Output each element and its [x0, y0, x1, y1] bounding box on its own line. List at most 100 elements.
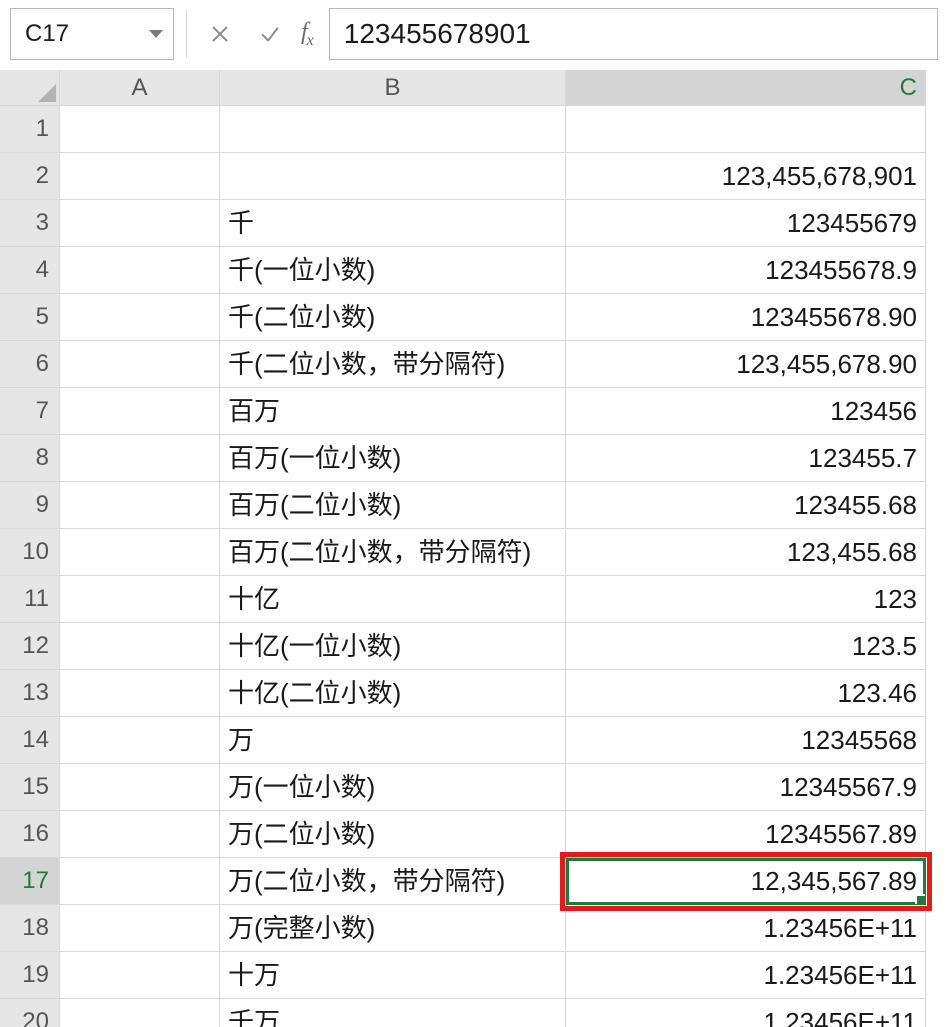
- cell-A14[interactable]: [60, 717, 220, 764]
- cell-B13[interactable]: 十亿(二位小数): [220, 670, 566, 717]
- row-header-8[interactable]: 8: [0, 435, 60, 482]
- row-header-14[interactable]: 14: [0, 717, 60, 764]
- cell-C13[interactable]: 123.46: [566, 670, 926, 717]
- cell-B19[interactable]: 十万: [220, 952, 566, 999]
- cell-A17[interactable]: [60, 858, 220, 905]
- cell-B4[interactable]: 千(一位小数): [220, 247, 566, 294]
- cell-C7[interactable]: 123456: [566, 388, 926, 435]
- cell-A8[interactable]: [60, 435, 220, 482]
- cell-C12[interactable]: 123.5: [566, 623, 926, 670]
- row-header-3[interactable]: 3: [0, 200, 60, 247]
- col-header-C[interactable]: C: [566, 70, 926, 106]
- cell-C5[interactable]: 123455678.90: [566, 294, 926, 341]
- cell-C8[interactable]: 123455.7: [566, 435, 926, 482]
- cell-B14[interactable]: 万: [220, 717, 566, 764]
- cell-C10[interactable]: 123,455.68: [566, 529, 926, 576]
- row-header-7[interactable]: 7: [0, 388, 60, 435]
- enter-button[interactable]: [249, 10, 291, 58]
- cell-A15[interactable]: [60, 764, 220, 811]
- spreadsheet[interactable]: A B C 12 123,455,678,901 3 千123455679 4 千(一位小…: [0, 70, 948, 1027]
- cell-C2[interactable]: 123,455,678,901: [566, 153, 926, 200]
- row-header-2[interactable]: 2: [0, 153, 60, 200]
- cell-B12[interactable]: 十亿(一位小数): [220, 623, 566, 670]
- row-header-15[interactable]: 15: [0, 764, 60, 811]
- cell-A4[interactable]: [60, 247, 220, 294]
- cell-B15[interactable]: 万(一位小数): [220, 764, 566, 811]
- cell-B6[interactable]: 千(二位小数，带分隔符): [220, 341, 566, 388]
- cell-B20[interactable]: 千万: [220, 999, 566, 1027]
- cell-A7[interactable]: [60, 388, 220, 435]
- cell-A6[interactable]: [60, 341, 220, 388]
- cell-C1[interactable]: [566, 106, 926, 153]
- row-header-9[interactable]: 9: [0, 482, 60, 529]
- row-header-10[interactable]: 10: [0, 529, 60, 576]
- cell-A18[interactable]: [60, 905, 220, 952]
- cell-C6[interactable]: 123,455,678.90: [566, 341, 926, 388]
- cell-A12[interactable]: [60, 623, 220, 670]
- row-header-1[interactable]: 1: [0, 106, 60, 153]
- cell-A19[interactable]: [60, 952, 220, 999]
- cell-B7[interactable]: 百万: [220, 388, 566, 435]
- formula-bar: C17 fx 123455678901: [0, 0, 948, 70]
- cell-A1[interactable]: [60, 106, 220, 153]
- cell-A5[interactable]: [60, 294, 220, 341]
- cell-B11[interactable]: 十亿: [220, 576, 566, 623]
- row-header-16[interactable]: 16: [0, 811, 60, 858]
- cell-B5[interactable]: 千(二位小数): [220, 294, 566, 341]
- row-5: 5 千(二位小数)123455678.90: [0, 294, 948, 341]
- cell-C11[interactable]: 123: [566, 576, 926, 623]
- row-header-5[interactable]: 5: [0, 294, 60, 341]
- name-box[interactable]: C17: [10, 8, 174, 60]
- row-14: 14 万12345568: [0, 717, 948, 764]
- select-all-icon: [38, 84, 56, 102]
- row-header-4[interactable]: 4: [0, 247, 60, 294]
- cell-A11[interactable]: [60, 576, 220, 623]
- cell-A2[interactable]: [60, 153, 220, 200]
- cell-A10[interactable]: [60, 529, 220, 576]
- cell-B3[interactable]: 千: [220, 200, 566, 247]
- row-header-20[interactable]: 20: [0, 999, 60, 1027]
- row-17: 17 万(二位小数，带分隔符)12,345,567.89: [0, 858, 948, 905]
- row-2: 2 123,455,678,901: [0, 153, 948, 200]
- cell-A3[interactable]: [60, 200, 220, 247]
- select-all-corner[interactable]: [0, 70, 60, 106]
- row-header-17[interactable]: 17: [0, 858, 60, 905]
- cell-B8[interactable]: 百万(一位小数): [220, 435, 566, 482]
- cancel-button[interactable]: [199, 10, 241, 58]
- row-header-18[interactable]: 18: [0, 905, 60, 952]
- cell-B1[interactable]: [220, 106, 566, 153]
- cell-C18[interactable]: 1.23456E+11: [566, 905, 926, 952]
- row-18: 18 万(完整小数)1.23456E+11: [0, 905, 948, 952]
- cell-C9[interactable]: 123455.68: [566, 482, 926, 529]
- cell-B2[interactable]: [220, 153, 566, 200]
- row-header-19[interactable]: 19: [0, 952, 60, 999]
- cell-A16[interactable]: [60, 811, 220, 858]
- cell-C17[interactable]: 12,345,567.89: [566, 858, 926, 905]
- cell-B17[interactable]: 万(二位小数，带分隔符): [220, 858, 566, 905]
- cell-C19[interactable]: 1.23456E+11: [566, 952, 926, 999]
- row-header-13[interactable]: 13: [0, 670, 60, 717]
- fx-icon[interactable]: fx: [299, 19, 321, 50]
- cell-C16[interactable]: 12345567.89: [566, 811, 926, 858]
- chevron-down-icon[interactable]: [149, 30, 163, 38]
- cell-C3[interactable]: 123455679: [566, 200, 926, 247]
- cell-B16[interactable]: 万(二位小数): [220, 811, 566, 858]
- cell-C15[interactable]: 12345567.9: [566, 764, 926, 811]
- col-header-B[interactable]: B: [220, 70, 566, 106]
- row-header-11[interactable]: 11: [0, 576, 60, 623]
- cell-C14[interactable]: 12345568: [566, 717, 926, 764]
- cell-A20[interactable]: [60, 999, 220, 1027]
- col-header-A[interactable]: A: [60, 70, 220, 106]
- cell-C4[interactable]: 123455678.9: [566, 247, 926, 294]
- row-header-6[interactable]: 6: [0, 341, 60, 388]
- cell-B10[interactable]: 百万(二位小数，带分隔符): [220, 529, 566, 576]
- cell-B9[interactable]: 百万(二位小数): [220, 482, 566, 529]
- row-4: 4 千(一位小数)123455678.9: [0, 247, 948, 294]
- cell-B18[interactable]: 万(完整小数): [220, 905, 566, 952]
- cell-A9[interactable]: [60, 482, 220, 529]
- formula-input[interactable]: 123455678901: [329, 8, 938, 60]
- cell-A13[interactable]: [60, 670, 220, 717]
- formula-value: 123455678901: [344, 18, 531, 50]
- row-header-12[interactable]: 12: [0, 623, 60, 670]
- cell-C20[interactable]: 1.23456E+11: [566, 999, 926, 1027]
